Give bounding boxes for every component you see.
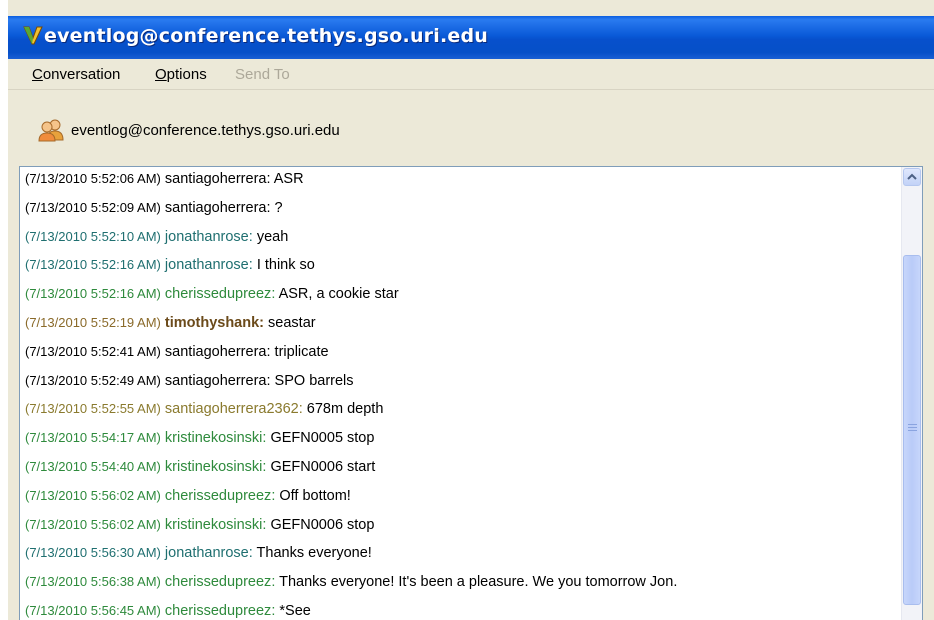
- log-message: ?: [274, 199, 283, 216]
- log-timestamp: (7/13/2010 5:56:45 AM): [25, 603, 161, 618]
- log-message: seastar: [268, 315, 316, 331]
- contact-name: eventlog@conference.tethys.gso.uri.edu: [71, 122, 340, 139]
- log-separator: :: [248, 257, 257, 274]
- log-timestamp: (7/13/2010 5:52:55 AM): [25, 401, 161, 417]
- log-message: ASR, a cookie star: [278, 286, 399, 303]
- log-line: (7/13/2010 5:52:09 AM) santiagoherrera: …: [25, 200, 283, 228]
- log-timestamp: (7/13/2010 5:54:17 AM): [25, 430, 161, 446]
- log-line: (7/13/2010 5:56:02 AM) cherissedupreez: …: [25, 488, 351, 516]
- log-timestamp: (7/13/2010 5:54:40 AM): [25, 459, 161, 474]
- log-message: triplicate: [274, 343, 329, 360]
- window-title: eventlog@conference.tethys.gso.uri.edu: [44, 25, 488, 47]
- log-timestamp: (7/13/2010 5:52:06 AM): [25, 171, 161, 186]
- log-timestamp: (7/13/2010 5:52:41 AM): [25, 343, 161, 359]
- log-line: (7/13/2010 5:54:17 AM) kristinekosinski:…: [25, 430, 374, 458]
- log-separator: :: [266, 171, 274, 187]
- buddies-icon: [38, 119, 64, 142]
- menu-options[interactable]: Options: [155, 66, 207, 83]
- conversation-header: eventlog@conference.tethys.gso.uri.edu: [8, 90, 934, 166]
- log-message: 678m depth: [306, 401, 384, 418]
- menu-bar: Conversation Options Send To: [8, 59, 934, 90]
- chat-window: eventlog@conference.tethys.gso.uri.edu C…: [8, 0, 934, 620]
- log-message: GEFN0006 stop: [270, 516, 375, 533]
- chevron-up-icon: [907, 173, 917, 180]
- log-nickname: jonathanrose: [164, 545, 249, 562]
- log-timestamp: (7/13/2010 5:56:02 AM): [25, 487, 161, 503]
- title-bar[interactable]: eventlog@conference.tethys.gso.uri.edu: [8, 16, 934, 59]
- log-message: I think so: [256, 257, 315, 274]
- log-message: *See: [279, 603, 311, 619]
- log-line: (7/13/2010 5:52:16 AM) cherissedupreez: …: [25, 286, 399, 314]
- log-nickname: jonathanrose: [164, 228, 249, 245]
- scroll-thumb[interactable]: [903, 255, 921, 605]
- scroll-up-button[interactable]: [903, 168, 921, 186]
- log-separator: :: [271, 574, 280, 591]
- log-line: (7/13/2010 5:52:19 AM) timothyshank: sea…: [25, 315, 316, 343]
- log-line: (7/13/2010 5:52:06 AM) santiagoherrera: …: [25, 171, 304, 199]
- log-timestamp: (7/13/2010 5:52:19 AM): [25, 315, 161, 330]
- log-separator: :: [248, 545, 257, 562]
- log-message: GEFN0006 start: [270, 459, 376, 475]
- scroll-grip-icon: [908, 424, 917, 433]
- log-timestamp: (7/13/2010 5:56:02 AM): [25, 516, 161, 532]
- log-line: (7/13/2010 5:56:02 AM) kristinekosinski:…: [25, 517, 374, 545]
- log-nickname: kristinekosinski: [164, 430, 263, 447]
- log-nickname: kristinekosinski: [164, 516, 263, 533]
- log-timestamp: (7/13/2010 5:52:09 AM): [25, 199, 161, 215]
- log-line: (7/13/2010 5:52:41 AM) santiagoherrera: …: [25, 344, 329, 372]
- log-timestamp: (7/13/2010 5:56:30 AM): [25, 545, 161, 561]
- log-message: Thanks everyone! It's been a pleasure. W…: [279, 574, 678, 591]
- log-separator: :: [298, 401, 307, 418]
- log-timestamp: (7/13/2010 5:52:10 AM): [25, 228, 161, 244]
- menu-conversation[interactable]: Conversation: [32, 66, 120, 83]
- menu-options-accel: O: [155, 66, 167, 83]
- menu-send-to: Send To: [235, 66, 290, 83]
- log-message: yeah: [256, 228, 289, 245]
- log-nickname: cherissedupreez: [164, 487, 272, 504]
- log-separator: :: [266, 343, 275, 360]
- log-separator: :: [266, 199, 275, 216]
- log-separator: :: [248, 228, 257, 245]
- log-nickname: santiagoherrera: [164, 171, 267, 187]
- log-nickname: santiagoherrera: [164, 199, 267, 216]
- log-line: (7/13/2010 5:52:16 AM) jonathanrose: I t…: [25, 257, 315, 285]
- log-nickname: cherissedupreez: [164, 574, 272, 591]
- log-timestamp: (7/13/2010 5:52:16 AM): [25, 286, 161, 302]
- log-nickname: santiagoherrera: [164, 343, 267, 360]
- log-message: SPO barrels: [274, 372, 354, 389]
- log-nickname: kristinekosinski: [164, 459, 263, 475]
- log-line: (7/13/2010 5:56:30 AM) jonathanrose: Tha…: [25, 545, 372, 573]
- log-line: (7/13/2010 5:54:40 AM) kristinekosinski:…: [25, 459, 375, 487]
- chat-log[interactable]: (7/13/2010 5:52:06 AM) santiagoherrera: …: [19, 166, 923, 620]
- log-nickname: timothyshank: [164, 315, 260, 331]
- log-line: (7/13/2010 5:56:38 AM) cherissedupreez: …: [25, 574, 677, 602]
- log-line: (7/13/2010 5:52:55 AM) santiagoherrera23…: [25, 401, 383, 429]
- menu-conversation-accel: C: [32, 66, 43, 83]
- log-message: Off bottom!: [279, 487, 351, 504]
- log-nickname: cherissedupreez: [164, 286, 272, 303]
- log-separator: :: [271, 286, 279, 303]
- log-timestamp: (7/13/2010 5:52:49 AM): [25, 372, 161, 388]
- log-line: (7/13/2010 5:52:49 AM) santiagoherrera: …: [25, 373, 354, 401]
- log-message: ASR: [273, 171, 304, 187]
- log-nickname: santiagoherrera: [164, 372, 267, 389]
- app-logo-icon: [23, 26, 43, 45]
- log-timestamp: (7/13/2010 5:52:16 AM): [25, 257, 161, 273]
- menu-options-label: ptions: [166, 66, 207, 83]
- log-timestamp: (7/13/2010 5:56:38 AM): [25, 574, 161, 590]
- log-line: (7/13/2010 5:52:10 AM) jonathanrose: yea…: [25, 229, 288, 257]
- log-nickname: cherissedupreez: [164, 603, 272, 619]
- log-separator: :: [266, 372, 275, 389]
- menu-conversation-label: onversation: [42, 66, 121, 83]
- log-nickname: jonathanrose: [164, 257, 249, 274]
- log-line: (7/13/2010 5:56:45 AM) cherissedupreez: …: [25, 603, 311, 620]
- log-message: GEFN0005 stop: [270, 430, 375, 447]
- log-message: Thanks everyone!: [256, 545, 372, 562]
- vertical-scrollbar[interactable]: [901, 167, 922, 620]
- log-separator: :: [259, 315, 269, 331]
- log-nickname: santiagoherrera2362: [164, 401, 299, 418]
